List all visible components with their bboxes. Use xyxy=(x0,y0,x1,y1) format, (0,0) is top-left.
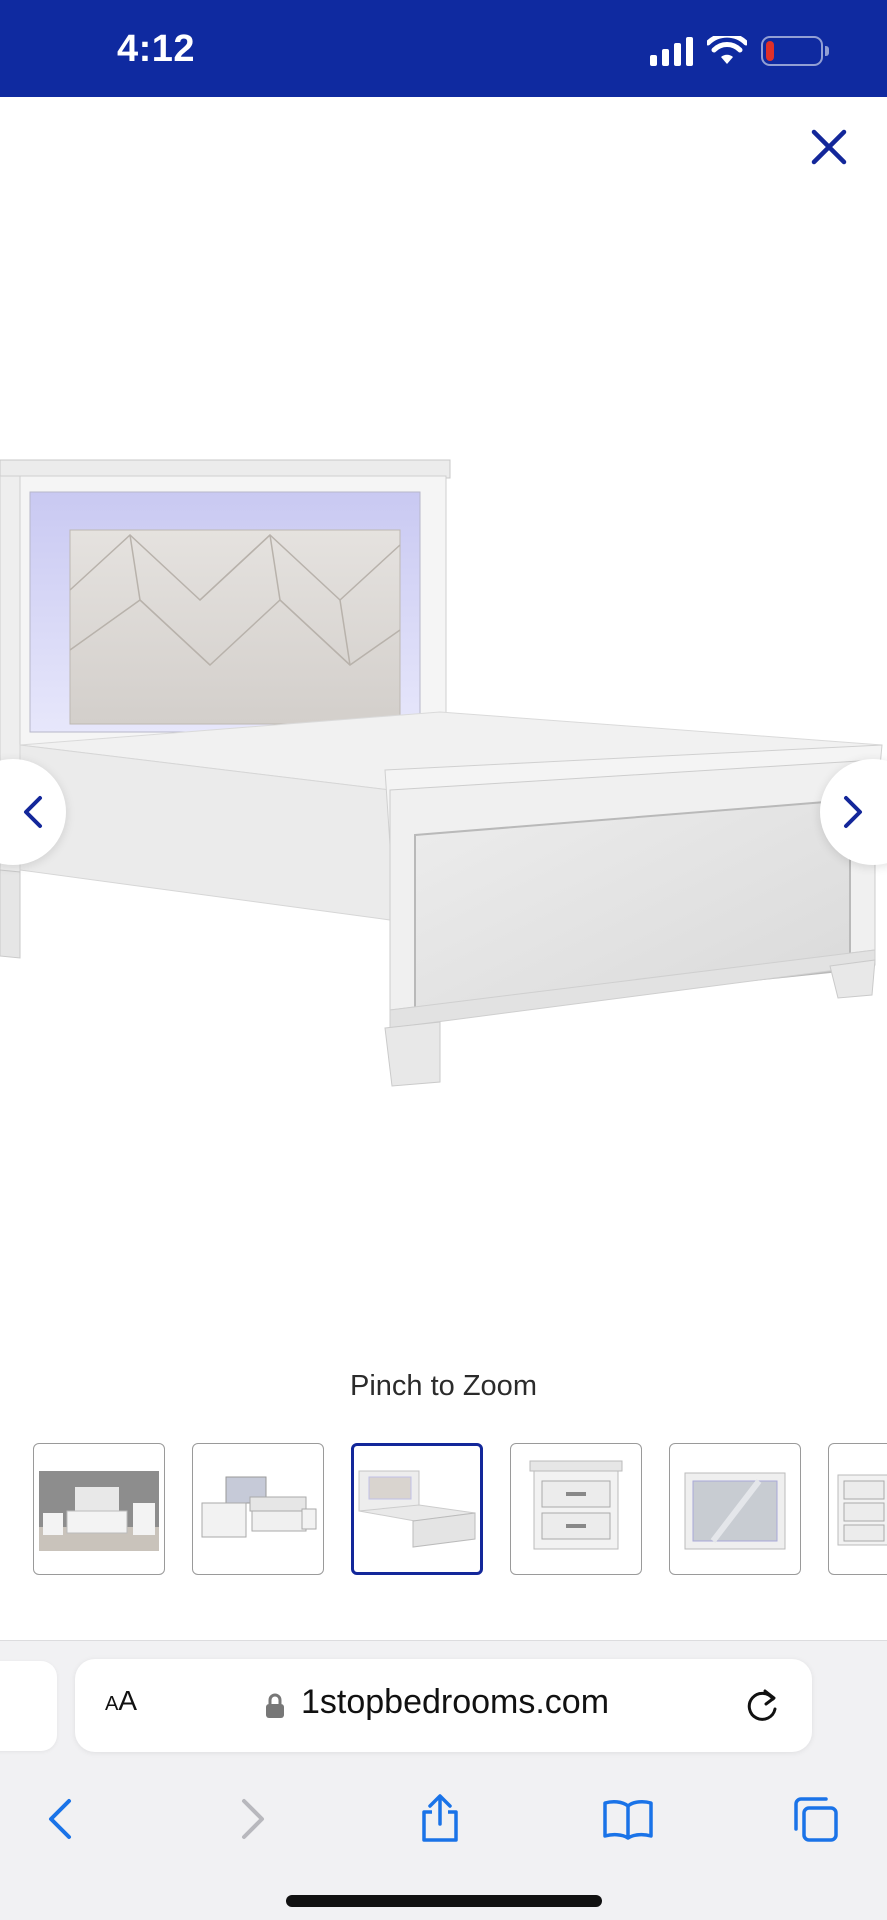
share-icon xyxy=(422,1794,458,1842)
text-size-button[interactable]: AA xyxy=(105,1685,137,1717)
browser-chrome: AA 1stopbedrooms.com xyxy=(0,1640,887,1920)
thumbnail-dresser[interactable] xyxy=(828,1443,887,1575)
previous-tab-preview[interactable] xyxy=(0,1661,57,1751)
thumbnail-image xyxy=(201,1476,317,1538)
battery-icon xyxy=(761,36,829,66)
thumbnail-bedroom-set-room[interactable] xyxy=(33,1443,165,1575)
thumbnail-bed-frame[interactable] xyxy=(351,1443,483,1575)
url-text: 1stopbedrooms.com xyxy=(301,1683,610,1721)
lock-icon xyxy=(266,1693,284,1718)
reload-icon[interactable] xyxy=(743,1685,781,1725)
pinch-to-zoom-hint: Pinch to Zoom xyxy=(350,1370,537,1402)
text-size-small-label: A xyxy=(105,1693,119,1715)
forward-icon xyxy=(242,1799,264,1839)
thumbnail-image xyxy=(529,1460,623,1550)
bookmarks-button[interactable] xyxy=(588,1779,668,1859)
wifi-icon xyxy=(707,36,747,64)
tabs-icon xyxy=(794,1797,838,1842)
battery-level xyxy=(766,41,774,61)
thumbnail-nightstand[interactable] xyxy=(510,1443,642,1575)
address-bar[interactable]: AA 1stopbedrooms.com xyxy=(75,1659,812,1752)
thumbnail-mirror[interactable] xyxy=(669,1443,801,1575)
signal-icon xyxy=(650,36,693,66)
close-button[interactable] xyxy=(800,118,858,176)
product-image xyxy=(0,459,883,1087)
share-button[interactable] xyxy=(400,1779,480,1859)
chevron-left-icon xyxy=(24,796,42,828)
tabs-button[interactable] xyxy=(775,1779,855,1859)
thumbnail-image xyxy=(358,1470,476,1548)
browser-toolbar xyxy=(0,1779,887,1869)
status-icons xyxy=(650,34,829,68)
thumbnail-bedroom-set-lit[interactable] xyxy=(192,1443,324,1575)
home-indicator[interactable] xyxy=(286,1895,602,1907)
status-time: 4:12 xyxy=(117,28,196,70)
back-button[interactable] xyxy=(20,1779,100,1859)
chevron-right-icon xyxy=(844,796,862,828)
close-icon xyxy=(811,129,847,165)
thumbnail-image xyxy=(684,1472,786,1550)
thumbnail-image xyxy=(837,1474,887,1546)
bookmarks-icon xyxy=(603,1800,653,1840)
status-bar: 4:12 xyxy=(0,0,887,97)
back-icon xyxy=(49,1799,71,1839)
text-size-large-label: A xyxy=(118,1685,138,1716)
thumbnail-strip[interactable] xyxy=(33,1443,887,1575)
forward-button[interactable] xyxy=(213,1779,293,1859)
thumbnail-image xyxy=(39,1471,159,1551)
